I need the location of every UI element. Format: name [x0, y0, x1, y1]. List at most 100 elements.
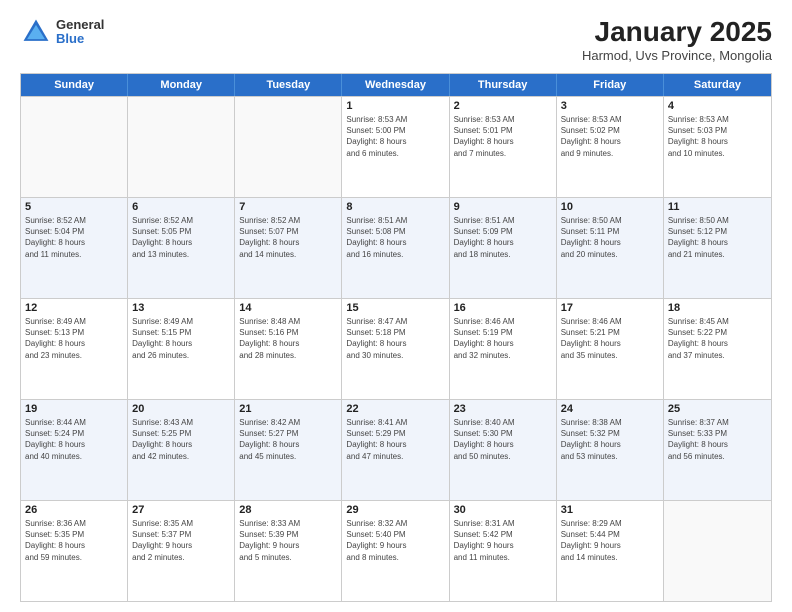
cell-info-line: Sunrise: 8:52 AM	[132, 215, 230, 226]
cell-info-line: Sunset: 5:11 PM	[561, 226, 659, 237]
cell-info-line: and 26 minutes.	[132, 350, 230, 361]
cell-info-line: Sunrise: 8:32 AM	[346, 518, 444, 529]
day-number: 23	[454, 403, 552, 415]
cell-info-line: Sunset: 5:39 PM	[239, 529, 337, 540]
day-cell-17: 17 Sunrise: 8:46 AMSunset: 5:21 PMDayligh…	[557, 299, 664, 399]
cell-info-line: Daylight: 8 hours	[239, 439, 337, 450]
cell-info-line: Daylight: 8 hours	[132, 338, 230, 349]
cell-info-line: Sunset: 5:30 PM	[454, 428, 552, 439]
empty-cell-0-0	[21, 97, 128, 197]
cell-info-line: Sunset: 5:05 PM	[132, 226, 230, 237]
cell-info-line: Daylight: 8 hours	[239, 338, 337, 349]
cell-info-line: Daylight: 8 hours	[454, 136, 552, 147]
cell-info-line: and 11 minutes.	[454, 552, 552, 563]
day-number: 24	[561, 403, 659, 415]
day-cell-4: 4Sunrise: 8:53 AMSunset: 5:03 PMDaylight…	[664, 97, 771, 197]
day-cell-3: 3Sunrise: 8:53 AMSunset: 5:02 PMDaylight…	[557, 97, 664, 197]
day-cell-22: 22Sunrise: 8:41 AMSunset: 5:29 PMDayligh…	[342, 400, 449, 500]
day-number: 3	[561, 100, 659, 112]
cell-info-line: Sunset: 5:44 PM	[561, 529, 659, 540]
header-cell-tuesday: Tuesday	[235, 74, 342, 96]
day-cell-6: 6Sunrise: 8:52 AMSunset: 5:05 PMDaylight…	[128, 198, 235, 298]
logo: General Blue	[20, 16, 104, 48]
cell-info-line: and 28 minutes.	[239, 350, 337, 361]
day-number: 31	[561, 504, 659, 516]
day-number: 14	[239, 302, 337, 314]
page: General Blue January 2025 Harmod, Uvs Pr…	[0, 0, 792, 612]
cell-info-line: Sunset: 5:02 PM	[561, 125, 659, 136]
cell-info-line: Daylight: 9 hours	[346, 540, 444, 551]
cell-info-line: Sunrise: 8:31 AM	[454, 518, 552, 529]
cell-info-line: Sunrise: 8:33 AM	[239, 518, 337, 529]
cell-info-line: and 45 minutes.	[239, 451, 337, 462]
cell-info-line: and 21 minutes.	[668, 249, 767, 260]
day-cell-10: 10Sunrise: 8:50 AMSunset: 5:11 PMDayligh…	[557, 198, 664, 298]
cell-info-line: and 47 minutes.	[346, 451, 444, 462]
day-number: 1	[346, 100, 444, 112]
cell-info-line: Sunset: 5:03 PM	[668, 125, 767, 136]
day-number: 29	[346, 504, 444, 516]
cell-info-line: Daylight: 8 hours	[561, 338, 659, 349]
cell-info-line: Sunset: 5:25 PM	[132, 428, 230, 439]
day-cell-12: 12Sunrise: 8:49 AMSunset: 5:13 PMDayligh…	[21, 299, 128, 399]
cell-info-line: Sunrise: 8:53 AM	[668, 114, 767, 125]
cell-info-line: Daylight: 9 hours	[454, 540, 552, 551]
day-cell-14: 14Sunrise: 8:48 AMSunset: 5:16 PMDayligh…	[235, 299, 342, 399]
cell-info-line: and 16 minutes.	[346, 249, 444, 260]
day-number: 2	[454, 100, 552, 112]
day-number: 15	[346, 302, 444, 314]
cell-info-line: and 2 minutes.	[132, 552, 230, 563]
day-number: 4	[668, 100, 767, 112]
cell-info-line: Daylight: 9 hours	[239, 540, 337, 551]
cell-info-line: Daylight: 8 hours	[454, 439, 552, 450]
cell-info-line: and 7 minutes.	[454, 148, 552, 159]
cell-info-line: Sunrise: 8:48 AM	[239, 316, 337, 327]
cell-info-line: Daylight: 8 hours	[454, 338, 552, 349]
cell-info-line: and 20 minutes.	[561, 249, 659, 260]
day-number: 17	[561, 302, 659, 314]
cell-info-line: Sunrise: 8:42 AM	[239, 417, 337, 428]
cell-info-line: Sunset: 5:21 PM	[561, 327, 659, 338]
cell-info-line: and 6 minutes.	[346, 148, 444, 159]
calendar-row-4: 26Sunrise: 8:36 AMSunset: 5:35 PMDayligh…	[21, 500, 771, 601]
header: General Blue January 2025 Harmod, Uvs Pr…	[20, 16, 772, 63]
cell-info-line: and 40 minutes.	[25, 451, 123, 462]
title-block: January 2025 Harmod, Uvs Province, Mongo…	[582, 16, 772, 63]
day-cell-25: 25Sunrise: 8:37 AMSunset: 5:33 PMDayligh…	[664, 400, 771, 500]
cell-info-line: Sunrise: 8:46 AM	[561, 316, 659, 327]
header-cell-sunday: Sunday	[21, 74, 128, 96]
cell-info-line: Sunset: 5:27 PM	[239, 428, 337, 439]
cell-info-line: Sunrise: 8:45 AM	[668, 316, 767, 327]
cell-info-line: and 23 minutes.	[25, 350, 123, 361]
day-number: 13	[132, 302, 230, 314]
day-number: 28	[239, 504, 337, 516]
cell-info-line: Sunset: 5:37 PM	[132, 529, 230, 540]
cell-info-line: Sunset: 5:08 PM	[346, 226, 444, 237]
cell-info-line: Sunrise: 8:53 AM	[561, 114, 659, 125]
empty-cell-0-1	[128, 97, 235, 197]
day-cell-16: 16Sunrise: 8:46 AMSunset: 5:19 PMDayligh…	[450, 299, 557, 399]
cell-info-line: Sunset: 5:22 PM	[668, 327, 767, 338]
day-number: 9	[454, 201, 552, 213]
cell-info-line: Sunrise: 8:46 AM	[454, 316, 552, 327]
calendar-row-1: 5Sunrise: 8:52 AMSunset: 5:04 PMDaylight…	[21, 197, 771, 298]
cell-info-line: Sunrise: 8:43 AM	[132, 417, 230, 428]
day-cell-26: 26Sunrise: 8:36 AMSunset: 5:35 PMDayligh…	[21, 501, 128, 601]
day-cell-7: 7Sunrise: 8:52 AMSunset: 5:07 PMDaylight…	[235, 198, 342, 298]
cell-info-line: and 8 minutes.	[346, 552, 444, 563]
cell-info-line: Daylight: 8 hours	[561, 439, 659, 450]
cell-info-line: and 56 minutes.	[668, 451, 767, 462]
cell-info-line: Sunset: 5:09 PM	[454, 226, 552, 237]
day-cell-19: 19Sunrise: 8:44 AMSunset: 5:24 PMDayligh…	[21, 400, 128, 500]
cell-info-line: Sunset: 5:07 PM	[239, 226, 337, 237]
calendar-row-0: 1Sunrise: 8:53 AMSunset: 5:00 PMDaylight…	[21, 96, 771, 197]
cell-info-line: Sunrise: 8:40 AM	[454, 417, 552, 428]
cell-info-line: Sunrise: 8:52 AM	[25, 215, 123, 226]
logo-general-text: General	[56, 18, 104, 32]
logo-icon	[20, 16, 52, 48]
day-cell-8: 8Sunrise: 8:51 AMSunset: 5:08 PMDaylight…	[342, 198, 449, 298]
header-cell-saturday: Saturday	[664, 74, 771, 96]
day-cell-24: 24Sunrise: 8:38 AMSunset: 5:32 PMDayligh…	[557, 400, 664, 500]
cell-info-line: Sunset: 5:04 PM	[25, 226, 123, 237]
cell-info-line: and 59 minutes.	[25, 552, 123, 563]
